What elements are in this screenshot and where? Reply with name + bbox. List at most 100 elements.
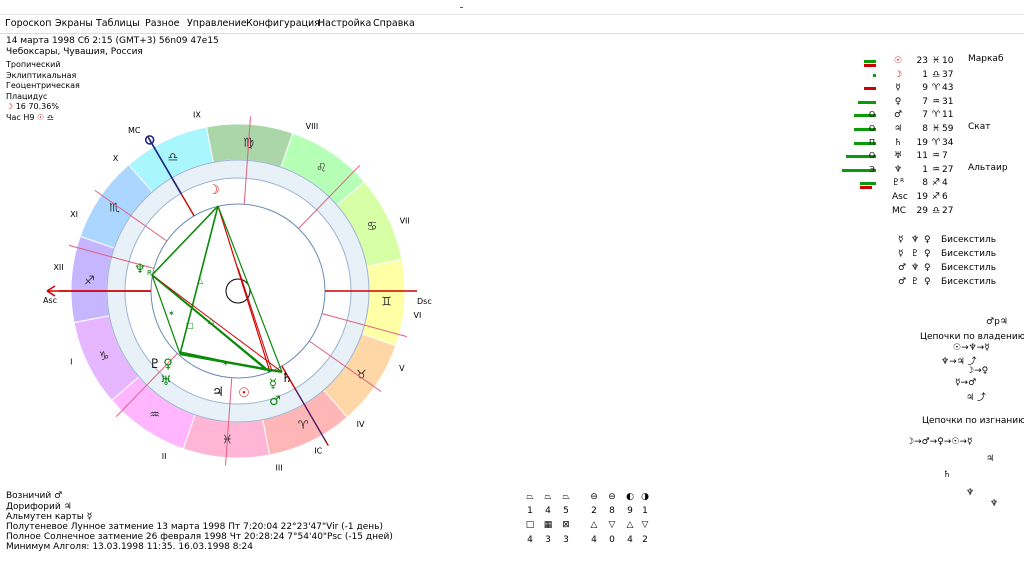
- planet-minutes: 10: [942, 56, 954, 66]
- planet-degree: 8: [922, 124, 928, 134]
- stat-value: 2: [642, 535, 648, 545]
- zodiac-sign-glyph: ♈: [298, 418, 309, 432]
- planet-minutes: 11: [942, 110, 954, 121]
- zodiac-sign-icon: ♒: [931, 96, 941, 107]
- planet-glyph-icon: ☿: [898, 235, 904, 245]
- dsc-label: Dsc: [417, 297, 432, 306]
- planet-glyph-icon[interactable]: ♅: [160, 374, 172, 389]
- fixed-star-label: Маркаб: [968, 54, 1004, 64]
- planet-glyph-icon: ♂: [898, 277, 907, 287]
- stat-value: 2: [591, 506, 597, 516]
- planet-glyph-icon[interactable]: ♆: [134, 262, 146, 277]
- house-number-label: III: [275, 463, 282, 472]
- stat-symbol-icon: □: [525, 520, 535, 530]
- planet-glyph-icon: ♃: [893, 124, 903, 134]
- planet-row[interactable]: О ♃ 8 ♓ 59 Скат: [840, 122, 1020, 137]
- strength-bar: [864, 87, 876, 91]
- almuten-line: Альмутен карты ☿: [6, 512, 93, 522]
- planet-degree: 11: [916, 151, 928, 162]
- exile-chain-2: ♃: [986, 454, 995, 464]
- zodiac-sign-icon: ♎: [931, 205, 941, 216]
- planet-degree: 9: [922, 83, 928, 94]
- planet-minutes: 59: [942, 124, 954, 134]
- planet-glyph-icon[interactable]: ☽: [208, 183, 220, 198]
- zodiac-sign-icon: ♐: [931, 178, 941, 189]
- stat-value: 4: [627, 535, 633, 545]
- exile-chain-4: ♆: [966, 488, 975, 498]
- planet-glyph-icon[interactable]: ♀: [163, 357, 173, 372]
- house-number-label: X: [113, 154, 119, 163]
- strength-bar: [873, 73, 876, 77]
- stat-value: 1: [642, 506, 648, 516]
- house-number-label: XII: [53, 263, 63, 272]
- planet-row[interactable]: ☽ 1 ♎ 37: [840, 70, 1020, 83]
- rulership-chain-1: ☉→♆→☿: [953, 343, 990, 353]
- stat-symbol-icon: △: [590, 520, 598, 530]
- planet-glyph-icon: ♅: [893, 151, 903, 162]
- zodiac-sign-icon: ♈: [931, 137, 941, 148]
- charioteer-line: Возничий ♂: [6, 491, 63, 501]
- dignity-mark: П: [868, 137, 875, 147]
- stat-symbol-icon: △: [626, 520, 634, 530]
- planet-glyph-icon[interactable]: ♇: [149, 357, 161, 372]
- planet-glyph-icon[interactable]: ♂: [269, 394, 281, 409]
- exile-chains-title: Цепочки по изгнанию: [922, 416, 1024, 426]
- planet-minutes: 6: [942, 192, 948, 202]
- zodiac-sign-glyph: ♐: [84, 273, 95, 287]
- stat-value: 5: [563, 506, 569, 516]
- planet-row[interactable]: MC 29 ♎ 27: [840, 206, 1020, 219]
- stat-symbol-icon: ⏢: [526, 492, 534, 502]
- zodiac-sign-icon: ♒: [931, 151, 941, 162]
- planet-row[interactable]: ☉ 23 ♓ 10 Маркаб: [840, 54, 1020, 69]
- planet-row[interactable]: П ♄ 19 ♈ 34: [840, 138, 1020, 151]
- planet-minutes: 27: [942, 205, 954, 216]
- planet-glyph-icon[interactable]: ♄: [281, 371, 293, 386]
- planet-glyph-icon: ☿: [898, 249, 904, 259]
- planet-minutes: 7: [942, 151, 948, 162]
- aspect-name: Бисекстиль: [941, 235, 997, 245]
- planet-row[interactable]: Э ♆ 1 ♒ 27 Альтаир: [840, 163, 1020, 178]
- planet-row[interactable]: ☿ 9 ♈ 43: [840, 83, 1020, 96]
- zodiac-sign-glyph: ♑: [99, 349, 110, 363]
- stat-symbol-icon: ⊠: [562, 520, 570, 530]
- rulership-chain-4: ☿→♂: [955, 378, 977, 388]
- strength-bar: [860, 182, 876, 186]
- aspect-name: Бисекстиль: [941, 277, 997, 287]
- stat-value: 0: [609, 535, 615, 545]
- planet-glyph-icon: ♀: [924, 263, 931, 273]
- planet-degree: 7: [922, 110, 928, 121]
- aspect-symbol: △: [197, 276, 204, 285]
- stat-symbol-icon: ⏢: [562, 492, 570, 502]
- dignity-mark: Э: [869, 164, 875, 174]
- planet-minutes: 4: [942, 178, 948, 189]
- planet-glyph-icon: ☉: [893, 56, 903, 66]
- planet-row[interactable]: О ♂ 7 ♈ 11: [840, 110, 1020, 123]
- planet-row[interactable]: ♀ 7 ♒ 31: [840, 97, 1020, 110]
- planet-glyph-icon: ♇ᴿ: [892, 178, 905, 189]
- stat-value: 8: [609, 506, 615, 516]
- strength-bar: [860, 186, 872, 190]
- stat-symbol-icon: ▽: [641, 520, 649, 530]
- planet-minutes: 27: [942, 164, 954, 175]
- planet-glyph-icon[interactable]: ☉: [238, 386, 250, 401]
- planet-row[interactable]: ♇ᴿ 8 ♐ 4: [840, 178, 1020, 191]
- stat-value: 3: [545, 535, 551, 545]
- rulership-chain-5: ♃ ⤴: [966, 393, 986, 403]
- stat-symbol-icon: ◑: [641, 492, 649, 502]
- zodiac-sign-icon: ♒: [931, 164, 941, 175]
- zodiac-sign-glyph: ♋: [367, 219, 378, 233]
- planet-glyph-icon: ♆: [893, 164, 903, 175]
- house-number-label: VIII: [306, 122, 319, 131]
- stat-value: 9: [627, 506, 633, 516]
- stat-value: 1: [527, 506, 533, 516]
- stat-symbol-icon: ⏢: [544, 492, 552, 502]
- planet-degree: 1: [922, 164, 928, 175]
- planet-glyph-icon[interactable]: ☿: [269, 377, 277, 392]
- planet-row[interactable]: Asc 19 ♐ 6: [840, 192, 1020, 205]
- fixed-star-label: Скат: [968, 122, 991, 132]
- planet-glyph-icon: ♀: [924, 277, 931, 287]
- dignity-mark: О: [868, 110, 876, 120]
- zodiac-sign-icon: ♈: [931, 83, 941, 94]
- planet-glyph-icon: MC: [892, 205, 907, 216]
- planet-glyph-icon[interactable]: ♃: [212, 385, 224, 400]
